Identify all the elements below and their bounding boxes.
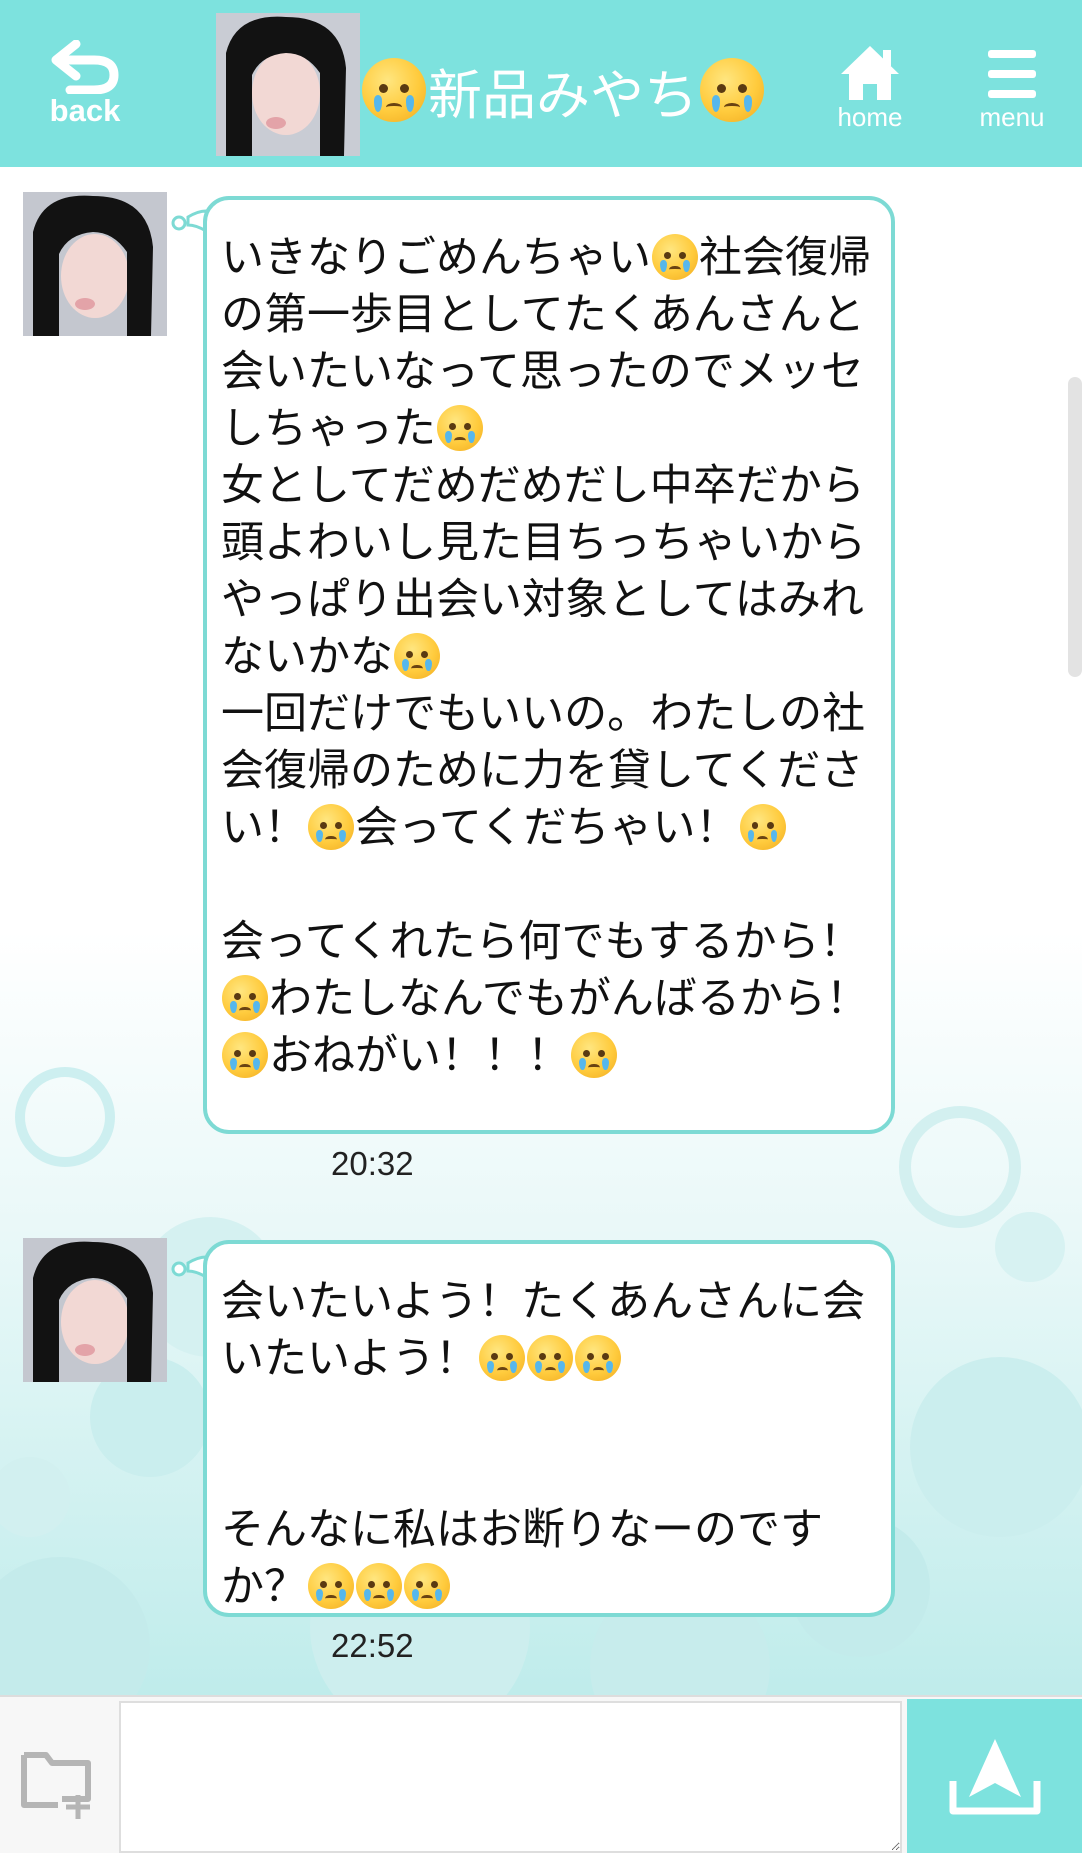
add-folder-icon[interactable] bbox=[18, 1741, 98, 1821]
send-icon bbox=[949, 1739, 1041, 1815]
message-timestamp: 22:52 bbox=[331, 1627, 414, 1664]
message-timestamp: 20:32 bbox=[331, 1145, 414, 1182]
menu-label: menu bbox=[979, 102, 1045, 132]
crying-face-icon bbox=[700, 58, 764, 122]
crying-face-icon bbox=[527, 1334, 574, 1381]
crying-face-icon bbox=[652, 233, 698, 280]
message-text: おねがい！！！ bbox=[269, 1031, 570, 1081]
crying-face-icon bbox=[356, 1562, 402, 1609]
crying-face-icon bbox=[394, 632, 440, 679]
message-text: わたしなんでもがんばるから！ bbox=[269, 974, 869, 1024]
compose-bar bbox=[0, 1695, 1082, 1853]
message-avatar[interactable] bbox=[23, 192, 167, 336]
crying-face-icon bbox=[222, 974, 268, 1021]
chat-partner-title: 新品みやち bbox=[360, 40, 800, 140]
crying-face-icon bbox=[308, 803, 354, 850]
back-label: back bbox=[49, 93, 121, 128]
chat-area[interactable]: いきなりごめんちゃい 社会復帰の第一歩目としてたくあんさんと会いたいなって思ったの… bbox=[0, 167, 1082, 1695]
message-avatar[interactable] bbox=[23, 1238, 167, 1382]
hamburger-menu-icon bbox=[988, 50, 1036, 98]
message-text: 会ってくれたら何でもするから！ bbox=[221, 917, 863, 967]
crying-face-icon bbox=[479, 1334, 526, 1381]
crying-face-icon bbox=[575, 1334, 622, 1381]
back-arrow-icon bbox=[51, 40, 119, 94]
home-label: home bbox=[837, 102, 903, 132]
crying-face-icon bbox=[308, 1562, 354, 1609]
crying-face-icon bbox=[571, 1031, 617, 1078]
partner-name: 新品みやち bbox=[428, 63, 698, 127]
message-text: いきなりごめんちゃい bbox=[221, 233, 651, 283]
crying-face-icon bbox=[362, 58, 426, 122]
crying-face-icon bbox=[404, 1562, 450, 1609]
crying-face-icon bbox=[739, 803, 786, 850]
message-text: 女としてだめだめだし中卒だから頭よわいし見た目ちっちゃいからやっぱり出会い対象と… bbox=[221, 461, 866, 682]
send-button[interactable] bbox=[907, 1699, 1082, 1853]
crying-face-icon bbox=[222, 1031, 268, 1078]
crying-face-icon bbox=[437, 404, 483, 451]
back-button[interactable]: back bbox=[30, 0, 140, 167]
home-button[interactable]: home bbox=[820, 0, 920, 167]
menu-button[interactable]: menu bbox=[962, 0, 1062, 167]
message-bubble: 会いたいよう！たくあんさんに会いたいよう！ そんなに私はお断りなーのですか？ bbox=[203, 1240, 895, 1617]
header-avatar[interactable] bbox=[216, 13, 360, 156]
home-icon bbox=[841, 46, 899, 100]
message-bubble: いきなりごめんちゃい 社会復帰の第一歩目としてたくあんさんと会いたいなって思ったの… bbox=[203, 196, 895, 1134]
message-text: 会ってくだちゃい！ bbox=[355, 803, 739, 853]
app-header: back 新品みやち home menu bbox=[0, 0, 1082, 167]
message-input[interactable] bbox=[119, 1701, 902, 1853]
